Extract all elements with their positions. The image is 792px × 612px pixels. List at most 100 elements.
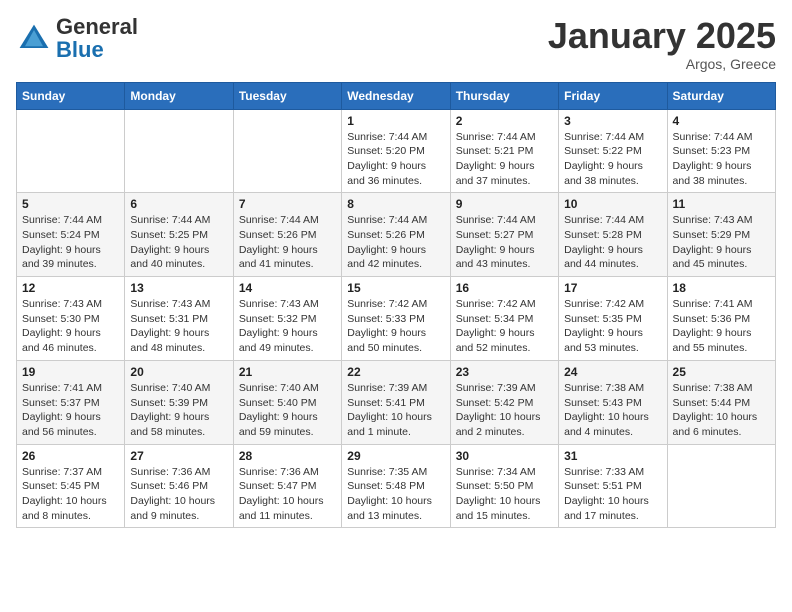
calendar-cell: 20Sunrise: 7:40 AM Sunset: 5:39 PM Dayli…: [125, 360, 233, 444]
day-info: Sunrise: 7:36 AM Sunset: 5:46 PM Dayligh…: [130, 465, 227, 524]
day-number: 9: [456, 197, 553, 211]
day-header-sunday: Sunday: [17, 82, 125, 109]
logo-general-text: General: [56, 14, 138, 39]
calendar-body: 1 Sunrise: 7:44 AM Sunset: 5:20 PM Daylig…: [17, 109, 776, 528]
day-header-wednesday: Wednesday: [342, 82, 450, 109]
day-number: 24: [564, 365, 661, 379]
calendar-cell: 12Sunrise: 7:43 AM Sunset: 5:30 PM Dayli…: [17, 277, 125, 361]
day-number: 30: [456, 449, 553, 463]
title-block: January 2025 Argos, Greece: [548, 16, 776, 72]
calendar-cell: 11 Sunrise: 7:43 AM Sunset: 5:29 PM Dayli…: [667, 193, 775, 277]
day-number: 6: [130, 197, 227, 211]
day-info: Sunrise: 7:34 AM Sunset: 5:50 PM Dayligh…: [456, 465, 553, 524]
day-info: Sunrise: 7:43 AM Sunset: 5:29 PM Dayligh…: [673, 213, 770, 272]
calendar-cell: 29Sunrise: 7:35 AM Sunset: 5:48 PM Dayli…: [342, 444, 450, 528]
day-number: 17: [564, 281, 661, 295]
calendar-cell: 24 Sunrise: 7:38 AM Sunset: 5:43 PM Dayli…: [559, 360, 667, 444]
day-number: 16: [456, 281, 553, 295]
calendar-cell: 13 Sunrise: 7:43 AM Sunset: 5:31 PM Dayli…: [125, 277, 233, 361]
day-info: Sunrise: 7:44 AM Sunset: 5:23 PM Dayligh…: [673, 130, 770, 189]
day-info: Sunrise: 7:42 AM Sunset: 5:33 PM Dayligh…: [347, 297, 444, 356]
day-number: 27: [130, 449, 227, 463]
day-info: Sunrise: 7:41 AM Sunset: 5:37 PM Dayligh…: [22, 381, 119, 440]
day-number: 31: [564, 449, 661, 463]
calendar-cell: 9 Sunrise: 7:44 AM Sunset: 5:27 PM Daylig…: [450, 193, 558, 277]
calendar-cell: 25 Sunrise: 7:38 AM Sunset: 5:44 PM Dayli…: [667, 360, 775, 444]
day-number: 13: [130, 281, 227, 295]
day-number: 4: [673, 114, 770, 128]
location: Argos, Greece: [548, 56, 776, 72]
calendar-header-row: SundayMondayTuesdayWednesdayThursdayFrid…: [17, 82, 776, 109]
day-number: 23: [456, 365, 553, 379]
day-header-friday: Friday: [559, 82, 667, 109]
day-number: 19: [22, 365, 119, 379]
week-row-3: 12Sunrise: 7:43 AM Sunset: 5:30 PM Dayli…: [17, 277, 776, 361]
calendar-cell: 27 Sunrise: 7:36 AM Sunset: 5:46 PM Dayli…: [125, 444, 233, 528]
page-header: General Blue January 2025 Argos, Greece: [16, 16, 776, 72]
calendar-cell: 16Sunrise: 7:42 AM Sunset: 5:34 PM Dayli…: [450, 277, 558, 361]
day-info: Sunrise: 7:39 AM Sunset: 5:42 PM Dayligh…: [456, 381, 553, 440]
day-number: 12: [22, 281, 119, 295]
day-info: Sunrise: 7:35 AM Sunset: 5:48 PM Dayligh…: [347, 465, 444, 524]
day-number: 25: [673, 365, 770, 379]
calendar-cell: 14 Sunrise: 7:43 AM Sunset: 5:32 PM Dayli…: [233, 277, 341, 361]
calendar-cell: 28Sunrise: 7:36 AM Sunset: 5:47 PM Dayli…: [233, 444, 341, 528]
day-info: Sunrise: 7:43 AM Sunset: 5:31 PM Dayligh…: [130, 297, 227, 356]
week-row-5: 26 Sunrise: 7:37 AM Sunset: 5:45 PM Dayli…: [17, 444, 776, 528]
day-header-saturday: Saturday: [667, 82, 775, 109]
calendar-cell: 17Sunrise: 7:42 AM Sunset: 5:35 PM Dayli…: [559, 277, 667, 361]
day-info: Sunrise: 7:44 AM Sunset: 5:25 PM Dayligh…: [130, 213, 227, 272]
calendar-cell: 3 Sunrise: 7:44 AM Sunset: 5:22 PM Daylig…: [559, 109, 667, 193]
day-info: Sunrise: 7:44 AM Sunset: 5:27 PM Dayligh…: [456, 213, 553, 272]
calendar-cell: 7Sunrise: 7:44 AM Sunset: 5:26 PM Daylig…: [233, 193, 341, 277]
day-number: 2: [456, 114, 553, 128]
day-info: Sunrise: 7:38 AM Sunset: 5:43 PM Dayligh…: [564, 381, 661, 440]
day-number: 11: [673, 197, 770, 211]
calendar-cell: 15Sunrise: 7:42 AM Sunset: 5:33 PM Dayli…: [342, 277, 450, 361]
day-number: 10: [564, 197, 661, 211]
day-number: 7: [239, 197, 336, 211]
day-number: 18: [673, 281, 770, 295]
calendar-cell: [233, 109, 341, 193]
day-number: 3: [564, 114, 661, 128]
day-info: Sunrise: 7:40 AM Sunset: 5:40 PM Dayligh…: [239, 381, 336, 440]
day-number: 14: [239, 281, 336, 295]
day-number: 26: [22, 449, 119, 463]
day-info: Sunrise: 7:44 AM Sunset: 5:20 PM Dayligh…: [347, 130, 444, 189]
day-info: Sunrise: 7:43 AM Sunset: 5:32 PM Dayligh…: [239, 297, 336, 356]
day-info: Sunrise: 7:38 AM Sunset: 5:44 PM Dayligh…: [673, 381, 770, 440]
day-number: 1: [347, 114, 444, 128]
day-header-thursday: Thursday: [450, 82, 558, 109]
logo-blue-text: Blue: [56, 37, 104, 62]
calendar-cell: 22 Sunrise: 7:39 AM Sunset: 5:41 PM Dayli…: [342, 360, 450, 444]
day-header-monday: Monday: [125, 82, 233, 109]
day-info: Sunrise: 7:44 AM Sunset: 5:22 PM Dayligh…: [564, 130, 661, 189]
day-number: 22: [347, 365, 444, 379]
calendar-table: SundayMondayTuesdayWednesdayThursdayFrid…: [16, 82, 776, 529]
day-info: Sunrise: 7:40 AM Sunset: 5:39 PM Dayligh…: [130, 381, 227, 440]
day-info: Sunrise: 7:39 AM Sunset: 5:41 PM Dayligh…: [347, 381, 444, 440]
calendar-cell: 1 Sunrise: 7:44 AM Sunset: 5:20 PM Daylig…: [342, 109, 450, 193]
calendar-cell: [667, 444, 775, 528]
calendar-cell: 6 Sunrise: 7:44 AM Sunset: 5:25 PM Daylig…: [125, 193, 233, 277]
day-info: Sunrise: 7:33 AM Sunset: 5:51 PM Dayligh…: [564, 465, 661, 524]
day-info: Sunrise: 7:44 AM Sunset: 5:26 PM Dayligh…: [347, 213, 444, 272]
calendar-cell: 2 Sunrise: 7:44 AM Sunset: 5:21 PM Daylig…: [450, 109, 558, 193]
calendar-cell: [17, 109, 125, 193]
calendar-cell: 31 Sunrise: 7:33 AM Sunset: 5:51 PM Dayli…: [559, 444, 667, 528]
calendar-cell: 4 Sunrise: 7:44 AM Sunset: 5:23 PM Daylig…: [667, 109, 775, 193]
calendar-cell: 18Sunrise: 7:41 AM Sunset: 5:36 PM Dayli…: [667, 277, 775, 361]
week-row-4: 19 Sunrise: 7:41 AM Sunset: 5:37 PM Dayli…: [17, 360, 776, 444]
calendar-cell: 5 Sunrise: 7:44 AM Sunset: 5:24 PM Daylig…: [17, 193, 125, 277]
day-info: Sunrise: 7:36 AM Sunset: 5:47 PM Dayligh…: [239, 465, 336, 524]
day-number: 5: [22, 197, 119, 211]
day-info: Sunrise: 7:37 AM Sunset: 5:45 PM Dayligh…: [22, 465, 119, 524]
day-number: 8: [347, 197, 444, 211]
week-row-1: 1 Sunrise: 7:44 AM Sunset: 5:20 PM Daylig…: [17, 109, 776, 193]
day-info: Sunrise: 7:44 AM Sunset: 5:21 PM Dayligh…: [456, 130, 553, 189]
logo-icon: [16, 21, 52, 57]
day-header-tuesday: Tuesday: [233, 82, 341, 109]
calendar-cell: 10Sunrise: 7:44 AM Sunset: 5:28 PM Dayli…: [559, 193, 667, 277]
day-info: Sunrise: 7:44 AM Sunset: 5:24 PM Dayligh…: [22, 213, 119, 272]
calendar-cell: 21Sunrise: 7:40 AM Sunset: 5:40 PM Dayli…: [233, 360, 341, 444]
